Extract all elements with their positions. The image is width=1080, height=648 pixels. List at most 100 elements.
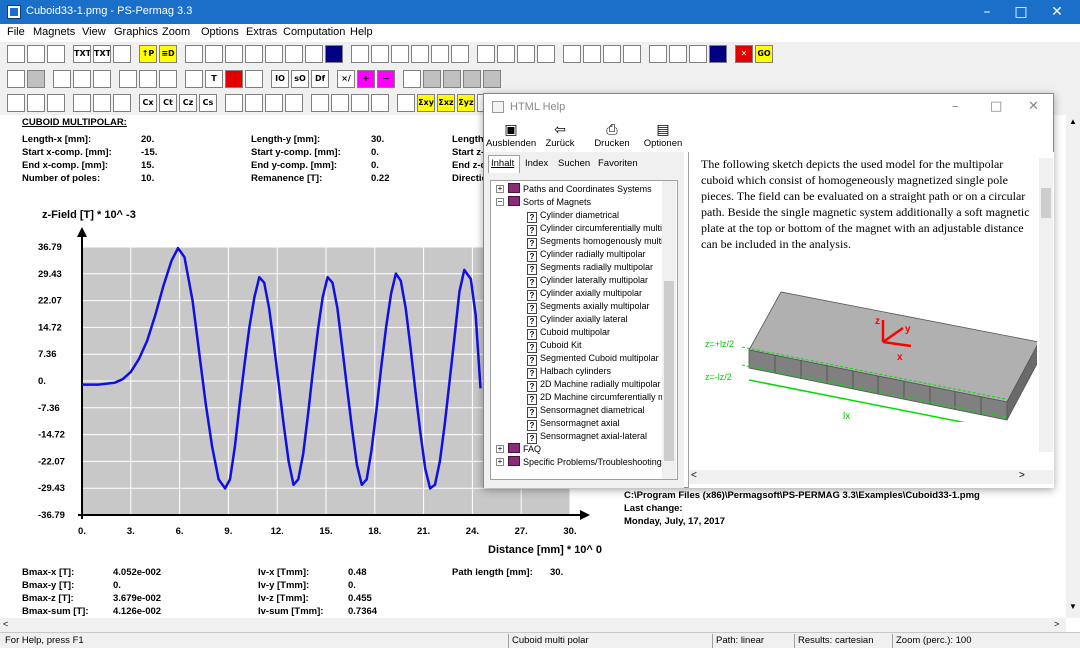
menu-zoom[interactable]: Zoom <box>162 26 190 38</box>
tb2-button-5[interactable] <box>119 70 137 88</box>
tb1-button-18[interactable] <box>391 45 409 63</box>
tb1-button-7[interactable]: ≡D <box>159 45 177 63</box>
tb1-button-19[interactable] <box>411 45 429 63</box>
tb3-button-9[interactable]: Cs <box>199 94 217 112</box>
tb2-button-4[interactable] <box>93 70 111 88</box>
tab-contents[interactable]: Inhalt <box>491 158 514 169</box>
tb1-button-23[interactable] <box>497 45 515 63</box>
tb1-button-8[interactable] <box>185 45 203 63</box>
hide-button[interactable]: ▣ Ausblenden <box>486 122 536 149</box>
tree-item[interactable]: ? Cuboid multipolar <box>527 326 610 340</box>
tree-item[interactable]: Sorts of Magnets <box>508 196 591 209</box>
menu-extras[interactable]: Extras <box>246 26 277 38</box>
tb3-button-12[interactable] <box>265 94 283 112</box>
tb1-button-30[interactable] <box>649 45 667 63</box>
menu-computation[interactable]: Computation <box>283 26 345 38</box>
tb2-button-3[interactable] <box>73 70 91 88</box>
tb3-button-19[interactable]: Σxy <box>417 94 435 112</box>
horizontal-scrollbar[interactable]: < > <box>0 618 1066 632</box>
tb1-button-25[interactable] <box>537 45 555 63</box>
tree-item[interactable]: Specific Problems/Troubleshooting <box>508 456 662 469</box>
tb3-button-2[interactable] <box>47 94 65 112</box>
tb2-button-18[interactable] <box>403 70 421 88</box>
tb1-button-6[interactable]: ↑P <box>139 45 157 63</box>
tb2-button-16[interactable]: + <box>357 70 375 88</box>
tb1-button-21[interactable] <box>451 45 469 63</box>
tb1-button-4[interactable]: TXT <box>93 45 111 63</box>
tb2-button-17[interactable]: − <box>377 70 395 88</box>
tb2-button-2[interactable] <box>53 70 71 88</box>
menu-view[interactable]: View <box>82 26 106 38</box>
help-maximize-button[interactable]: □ <box>990 99 1002 114</box>
tree-item[interactable]: ? Cuboid Kit <box>527 339 582 353</box>
tree-item[interactable]: ? Cylinder radially multipolar <box>527 248 646 262</box>
tb3-button-7[interactable]: Ct <box>159 94 177 112</box>
tb1-button-3[interactable]: TXT <box>73 45 91 63</box>
tb3-button-3[interactable] <box>73 94 91 112</box>
scroll-left-icon[interactable]: < <box>3 619 8 629</box>
tb2-button-0[interactable] <box>7 70 25 88</box>
tb1-button-34[interactable]: ✕ <box>735 45 753 63</box>
content-scrollbar[interactable] <box>1039 158 1053 452</box>
tab-search[interactable]: Suchen <box>558 158 590 169</box>
tb1-button-35[interactable]: GO <box>755 45 773 63</box>
vertical-scrollbar[interactable]: ▲ ▼ <box>1066 115 1080 618</box>
tree-item[interactable]: ? Halbach cylinders <box>527 365 611 379</box>
tb1-button-32[interactable] <box>689 45 707 63</box>
tb2-button-1[interactable] <box>27 70 45 88</box>
tb2-button-11[interactable] <box>245 70 263 88</box>
tree-item[interactable]: ? 2D Machine circumferentially mi <box>527 391 668 405</box>
menu-graphics[interactable]: Graphics <box>114 26 158 38</box>
tb3-button-0[interactable] <box>7 94 25 112</box>
menu-magnets[interactable]: Magnets <box>33 26 75 38</box>
tree-item[interactable]: ? Cylinder axially lateral <box>527 313 628 327</box>
scroll-up-icon[interactable]: ▲ <box>1069 117 1077 126</box>
tb3-button-5[interactable] <box>113 94 131 112</box>
tree-item[interactable]: ? Sensormagnet axial-lateral <box>527 430 647 444</box>
tb1-button-12[interactable] <box>265 45 283 63</box>
menu-options[interactable]: Options <box>201 26 239 38</box>
tree-expander[interactable]: + <box>496 445 504 453</box>
tb1-button-1[interactable] <box>27 45 45 63</box>
tb1-button-11[interactable] <box>245 45 263 63</box>
back-button[interactable]: ⇦ Zurück <box>540 122 580 149</box>
tree-item[interactable]: FAQ <box>508 443 541 456</box>
tree-item[interactable]: ? Segments homogenously multip <box>527 235 668 249</box>
tb1-button-17[interactable] <box>371 45 389 63</box>
tb1-button-33[interactable] <box>709 45 727 63</box>
tb3-button-1[interactable] <box>27 94 45 112</box>
help-minimize-button[interactable]: – <box>952 99 959 114</box>
tree-expander[interactable]: − <box>496 198 504 206</box>
tb3-button-20[interactable]: Σxz <box>437 94 455 112</box>
tree-scrollbar[interactable] <box>662 181 676 479</box>
menu-help[interactable]: Help <box>350 26 373 38</box>
tb3-button-21[interactable]: Σyz <box>457 94 475 112</box>
tb1-button-27[interactable] <box>583 45 601 63</box>
tb1-button-22[interactable] <box>477 45 495 63</box>
tree-item[interactable]: ? Segments radially multipolar <box>527 261 653 275</box>
tb3-button-8[interactable]: Cz <box>179 94 197 112</box>
tb3-button-15[interactable] <box>331 94 349 112</box>
tb2-button-8[interactable] <box>185 70 203 88</box>
tb1-button-24[interactable] <box>517 45 535 63</box>
tree-expander[interactable]: + <box>496 185 504 193</box>
tree-item[interactable]: ? Segmented Cuboid multipolar <box>527 352 659 366</box>
help-close-button[interactable]: ✕ <box>1028 99 1039 114</box>
tb1-button-16[interactable] <box>351 45 369 63</box>
tree-item[interactable]: ? 2D Machine radially multipolar <box>527 378 661 392</box>
scroll-down-icon[interactable]: ▼ <box>1069 602 1077 611</box>
tb3-button-14[interactable] <box>311 94 329 112</box>
tab-index[interactable]: Index <box>525 158 548 169</box>
tb2-button-9[interactable]: T <box>205 70 223 88</box>
print-button[interactable]: ⎙ Drucken <box>592 122 632 149</box>
tb1-button-5[interactable] <box>113 45 131 63</box>
tree-item[interactable]: ? Cylinder axially multipolar <box>527 287 642 301</box>
tb2-button-13[interactable]: sO <box>291 70 309 88</box>
tb2-button-12[interactable]: IO <box>271 70 289 88</box>
tb1-button-2[interactable] <box>47 45 65 63</box>
tb3-button-6[interactable]: Cx <box>139 94 157 112</box>
tree-item[interactable]: ? Sensormagnet diametrical <box>527 404 645 418</box>
tb1-button-15[interactable] <box>325 45 343 63</box>
tb1-button-14[interactable] <box>305 45 323 63</box>
scroll-right-icon[interactable]: > <box>1054 619 1059 629</box>
